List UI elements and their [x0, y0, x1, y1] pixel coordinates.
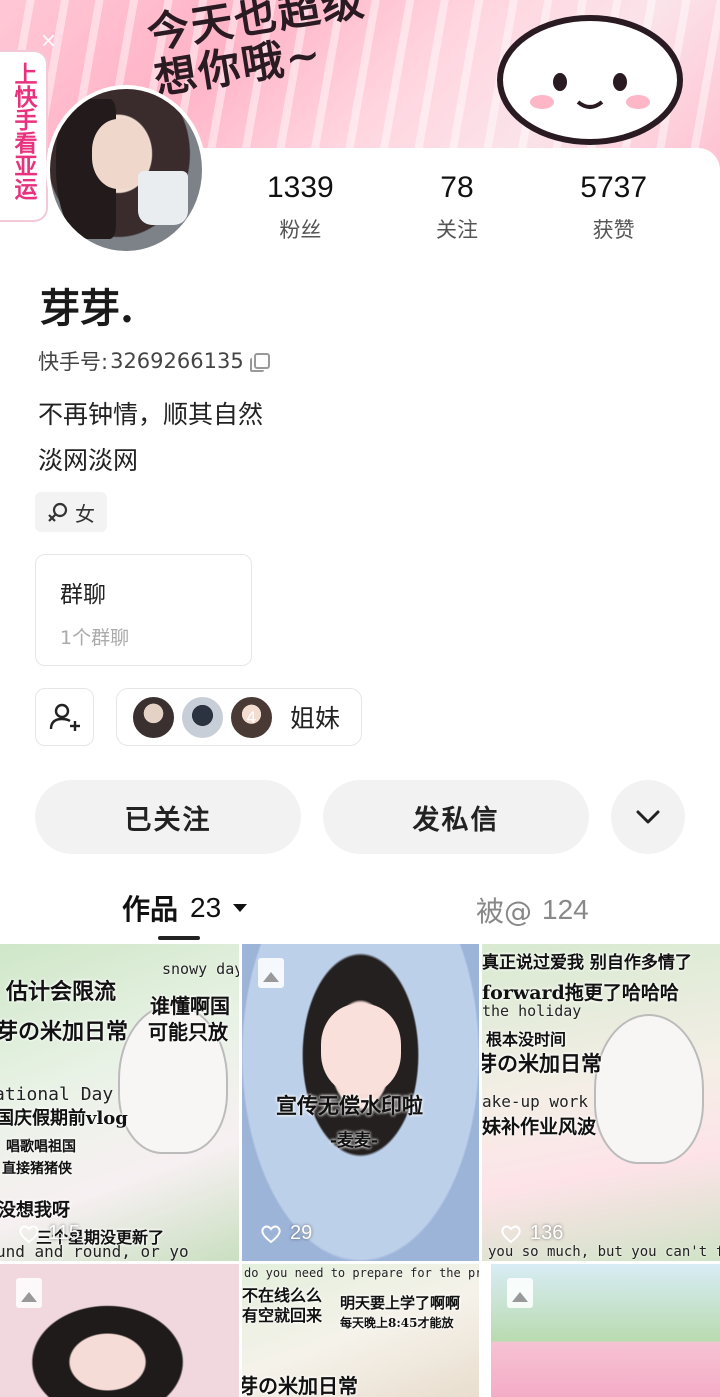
video-caption: forward拖更了哈哈哈: [482, 982, 679, 1004]
video-caption: 每天晚上8:45才能放: [340, 1316, 454, 1330]
group-chat-title: 群聊: [60, 582, 106, 608]
work-thumbnail[interactable]: 宣传无偿水印啦 -麦麦- 29: [242, 944, 479, 1261]
stat-followers[interactable]: 1339 粉丝: [230, 170, 370, 250]
video-caption: 宣传无偿水印啦: [276, 1093, 423, 1118]
work-thumbnail[interactable]: 真正说过爱我 别自作多情了 forward拖更了哈哈哈 the holiday …: [482, 944, 720, 1261]
friend-avatar: [180, 694, 225, 740]
stat-likes[interactable]: 5737 获赞: [544, 170, 684, 250]
bio-line: 不再钟情，顺其自然: [38, 400, 264, 429]
video-caption: 有空就回来: [242, 1306, 323, 1325]
following-count: 78: [440, 171, 474, 204]
chevron-down-icon: [636, 810, 660, 824]
video-caption: 妹补作业风波: [482, 1116, 597, 1138]
kuaishou-id-row[interactable]: 快手号: 3269266135: [38, 346, 270, 376]
video-caption: 可能只放: [148, 1020, 228, 1044]
avatar-cup: [138, 171, 188, 225]
image-post-icon: [507, 1278, 533, 1308]
video-caption: 真正说过爱我 别自作多情了: [482, 953, 692, 973]
group-chat-card[interactable]: 群聊 1个群聊: [35, 554, 252, 666]
group-chat-subtitle: 1个群聊: [60, 627, 130, 649]
copy-icon[interactable]: [249, 353, 270, 372]
profile-stats: 1339 粉丝 78 关注 5737 获赞: [222, 170, 692, 250]
friend-avatar: [131, 694, 176, 740]
send-message-button[interactable]: 发私信: [323, 780, 589, 854]
heart-icon: [261, 1225, 281, 1243]
video-caption: ake-up work: [482, 1092, 588, 1111]
like-count-value: 115: [48, 1222, 80, 1244]
banner-cat-doodle: [497, 15, 683, 145]
video-caption: you so much, but you can't fee: [488, 1244, 720, 1260]
female-icon: [48, 502, 68, 522]
video-caption: 明天要上学了啊啊: [340, 1294, 461, 1312]
like-count: 115: [18, 1222, 80, 1245]
video-caption: 芽の米加日常: [0, 1019, 129, 1045]
tab-mentioned[interactable]: 被@ 124: [476, 890, 589, 930]
followers-count: 1339: [266, 171, 334, 204]
tab-works[interactable]: 作品 23: [122, 888, 248, 928]
heart-icon: [501, 1225, 521, 1243]
followed-button[interactable]: 已关注: [35, 780, 301, 854]
stat-following[interactable]: 78 关注: [387, 170, 527, 250]
work-thumbnail[interactable]: [0, 1264, 239, 1397]
kuaishou-id-value: 3269266135: [110, 349, 244, 373]
gender-label: 女: [75, 501, 95, 526]
asian-games-promo-badge[interactable]: 上快手看亚运: [0, 50, 48, 222]
profile-bio: 不再钟情，顺其自然 淡网淡网: [38, 392, 263, 484]
active-tab-indicator: [158, 936, 200, 940]
kuaishou-id-label: 快手号:: [38, 350, 109, 374]
video-caption: do you need to prepare for the pr: [244, 1266, 479, 1280]
friend-count-badge: 4: [246, 707, 257, 727]
like-count-value: 136: [530, 1222, 564, 1244]
video-caption: 直接猪猪侠: [2, 1161, 72, 1177]
like-count: 136: [500, 1222, 563, 1245]
tab-mentioned-label: 被@: [476, 895, 533, 928]
video-caption: the holiday: [482, 1002, 582, 1020]
video-caption: -麦麦-: [330, 1131, 379, 1151]
friend-avatar: 4: [229, 694, 274, 740]
video-caption: 国庆假期前vlog: [0, 1108, 128, 1129]
followers-label: 粉丝: [279, 218, 322, 242]
photo-subject: [320, 1004, 401, 1094]
like-count-value: 29: [290, 1222, 313, 1244]
bio-line: 淡网淡网: [38, 446, 139, 475]
sisters-relation[interactable]: 4 姐妹: [116, 688, 362, 746]
tab-works-count: 23: [190, 892, 222, 923]
gender-tag: 女: [35, 492, 107, 532]
video-caption: 芽の米加日常: [482, 1051, 602, 1076]
promo-badge-text: 上快手看亚运: [10, 62, 37, 200]
video-caption: 谁懂啊国: [150, 994, 230, 1018]
add-user-icon: [49, 703, 80, 731]
video-caption: snowy day: [162, 960, 239, 978]
banner-close-icon[interactable]: ×: [40, 28, 60, 52]
image-post-icon: [16, 1278, 42, 1308]
more-options-button[interactable]: [611, 780, 685, 854]
sisters-label: 姐妹: [290, 704, 341, 733]
heart-icon: [19, 1225, 39, 1243]
like-count: 29: [260, 1222, 312, 1245]
video-caption: 根本没时间: [486, 1030, 567, 1049]
tab-mentioned-count: 124: [542, 894, 589, 925]
caret-down-icon: [233, 904, 248, 912]
add-friend-button[interactable]: [35, 688, 94, 746]
profile-avatar[interactable]: [46, 85, 206, 255]
work-thumbnail[interactable]: do you need to prepare for the pr 不在线么么 …: [242, 1264, 479, 1397]
image-post-icon: [258, 958, 284, 988]
likes-label: 获赞: [592, 218, 635, 242]
following-label: 关注: [435, 218, 478, 242]
video-caption: 芽の米加日常: [242, 1374, 358, 1397]
work-thumbnail[interactable]: 估计会限流 谁懂啊国 可能只放 芽の米加日常 国庆假期前vlog 唱歌唱祖国 直…: [0, 944, 239, 1261]
profile-name: 芽芽.: [40, 285, 134, 332]
work-thumbnail[interactable]: [491, 1264, 720, 1397]
video-caption: ational Day: [0, 1084, 114, 1105]
profile-tabs: 作品 23 被@ 124: [0, 878, 720, 940]
video-caption: 估计会限流: [6, 979, 117, 1005]
video-caption: 唱歌唱祖国: [6, 1139, 76, 1155]
chibi-illustration: [594, 1014, 704, 1164]
video-caption: 没想我呀: [0, 1200, 70, 1221]
tab-works-label: 作品: [122, 893, 179, 926]
likes-count: 5737: [580, 171, 648, 204]
